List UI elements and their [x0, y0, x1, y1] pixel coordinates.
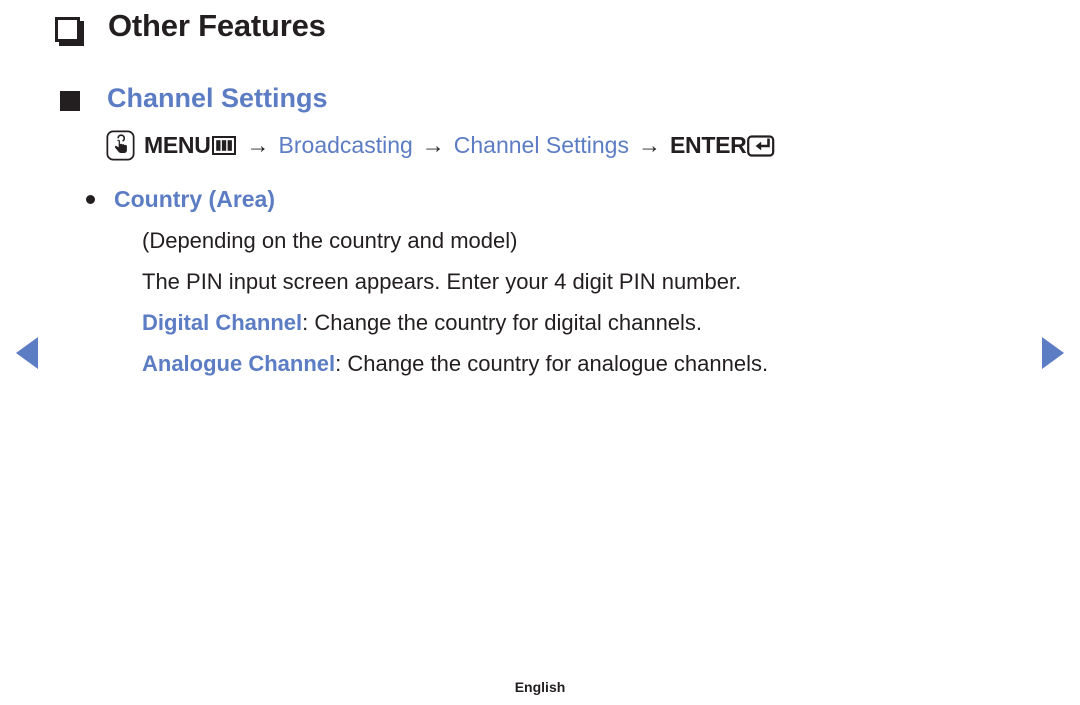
pin-instruction: The PIN input screen appears. Enter your…: [142, 269, 742, 294]
analogue-channel-description: : Change the country for analogue channe…: [335, 351, 769, 376]
section-heading: Channel Settings: [107, 83, 328, 113]
page-title: Other Features: [108, 8, 326, 43]
digital-channel-line: Digital Channel: Change the country for …: [142, 302, 986, 343]
content-block: Country (Area) (Depending on the country…: [86, 182, 986, 384]
path-item-broadcasting: Broadcasting: [278, 132, 413, 158]
country-area-label: Country (Area): [114, 186, 276, 212]
manual-page: Other Features Channel Settings MENU → B…: [0, 0, 1080, 705]
menu-path-breadcrumb: MENU → Broadcasting → Channel Settings →…: [106, 130, 777, 161]
path-arrow-1: →: [246, 132, 270, 158]
depending-note: (Depending on the country and model): [142, 228, 518, 253]
touch-press-icon: [106, 130, 135, 161]
menu-label: MENU: [144, 132, 211, 158]
enter-return-key-icon: [747, 134, 775, 157]
digital-channel-keyword: Digital Channel: [142, 310, 303, 335]
analogue-channel-keyword: Analogue Channel: [142, 351, 336, 376]
next-page-arrow-icon[interactable]: [1042, 337, 1064, 369]
previous-page-arrow-icon[interactable]: [16, 337, 38, 369]
enter-label: ENTER: [669, 132, 747, 158]
filled-square-bullet-icon: [60, 90, 80, 111]
footer-language: English: [514, 679, 566, 695]
digital-channel-description: : Change the country for digital channel…: [302, 310, 703, 335]
section-heading-row: Channel Settings: [60, 83, 328, 114]
path-arrow-3: →: [637, 132, 661, 158]
path-arrow-2: →: [421, 132, 445, 158]
country-area-bullet-row: Country (Area): [86, 182, 986, 216]
menu-panel-icon: [211, 136, 236, 155]
page-title-row: Other Features: [55, 8, 326, 44]
round-bullet-icon: [86, 195, 95, 204]
outlined-square-bullet-icon: [55, 16, 80, 42]
path-item-channel-settings: Channel Settings: [453, 132, 629, 158]
analogue-channel-line: Analogue Channel: Change the country for…: [142, 343, 986, 384]
